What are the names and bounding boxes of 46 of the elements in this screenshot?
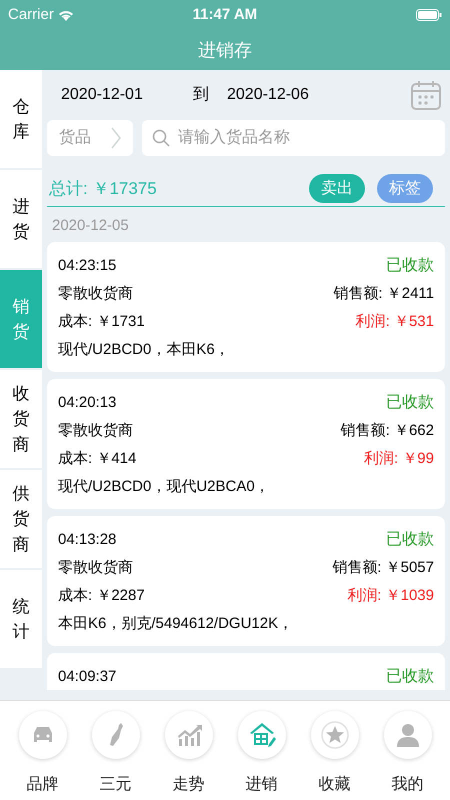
order-card[interactable]: 04:13:28 已收款 零散收货商 销售额: ￥5057 成本: ￥2287 利润: ￥1039 本田K6，别克/5494612/DGU12K， bbox=[47, 516, 445, 646]
order-time: 04:23:15 bbox=[58, 256, 116, 276]
customer-name: 零散收货商 bbox=[58, 284, 133, 304]
sales-amount: 销售额: ￥662 bbox=[340, 420, 434, 441]
customer-name: 零散收货商 bbox=[58, 420, 133, 441]
profit-amount: 利润: ￥99 bbox=[364, 448, 434, 469]
cost-amount: 成本: ￥414 bbox=[58, 448, 136, 469]
payment-status: 已收款 bbox=[386, 667, 434, 687]
sidebar-tab[interactable]: 仓库 bbox=[0, 70, 42, 168]
order-time: 04:13:28 bbox=[58, 530, 116, 550]
order-card[interactable]: 04:23:15 已收款 零散收货商 销售额: ￥2411 成本: ￥1731 利润: ￥531 现代/U2BCD0，本田K6， bbox=[47, 242, 445, 372]
start-date[interactable]: 2020-12-01 bbox=[61, 83, 193, 107]
item-list: 现代/U2BCD0，本田K6， bbox=[58, 338, 230, 362]
sidebar-tab[interactable]: 收货商 bbox=[0, 370, 42, 468]
cost-amount: 成本: ￥2287 bbox=[58, 586, 145, 606]
cost-amount: 成本: ￥1731 bbox=[58, 312, 145, 332]
sidebar-tab[interactable]: 供货商 bbox=[0, 470, 42, 568]
search-icon bbox=[152, 129, 170, 147]
payment-status: 已收款 bbox=[386, 530, 434, 550]
order-card[interactable]: 04:20:13 已收款 零散收货商 销售额: ￥662 成本: ￥414 利润: ￥99 现代/U2BCD0，现代U2BCA0， bbox=[47, 379, 445, 509]
profit-amount: 利润: ￥1039 bbox=[347, 586, 434, 606]
order-card[interactable]: 04:09:37 已收款 bbox=[47, 653, 445, 690]
item-list: 现代/U2BCD0，现代U2BCA0， bbox=[58, 476, 270, 498]
date-group-header: 2020-12-05 bbox=[51, 216, 130, 236]
wifi-icon bbox=[58, 9, 74, 21]
date-separator: 到 bbox=[193, 85, 210, 105]
status-time: 11:47 AM bbox=[192, 4, 258, 25]
carrier-label: Carrier bbox=[8, 4, 54, 25]
customer-name: 零散收货商 bbox=[58, 558, 133, 578]
profit-amount: 利润: ￥531 bbox=[356, 312, 434, 332]
payment-status: 已收款 bbox=[386, 393, 434, 413]
order-time: 04:09:37 bbox=[58, 666, 116, 687]
sales-amount: 销售额: ￥2411 bbox=[333, 284, 434, 304]
chevron-right-icon bbox=[111, 127, 121, 149]
calendar-icon[interactable] bbox=[410, 79, 442, 111]
sidebar-tab[interactable]: 统计 bbox=[0, 570, 42, 668]
item-list: 本田K6，别克/5494612/DGU12K， bbox=[58, 612, 294, 636]
end-date[interactable]: 2020-12-06 bbox=[227, 83, 309, 107]
sales-amount: 销售额: ￥5057 bbox=[332, 558, 434, 578]
order-time: 04:20:13 bbox=[58, 392, 116, 413]
page-title: 进销存 bbox=[198, 38, 252, 62]
search-field[interactable]: 请输入货品名称 bbox=[142, 120, 445, 156]
total-amount: 总计: ￥17375 bbox=[48, 178, 157, 200]
sidebar-tab[interactable]: 进货 bbox=[0, 170, 42, 268]
payment-status: 已收款 bbox=[386, 256, 434, 276]
battery-icon bbox=[416, 9, 442, 21]
